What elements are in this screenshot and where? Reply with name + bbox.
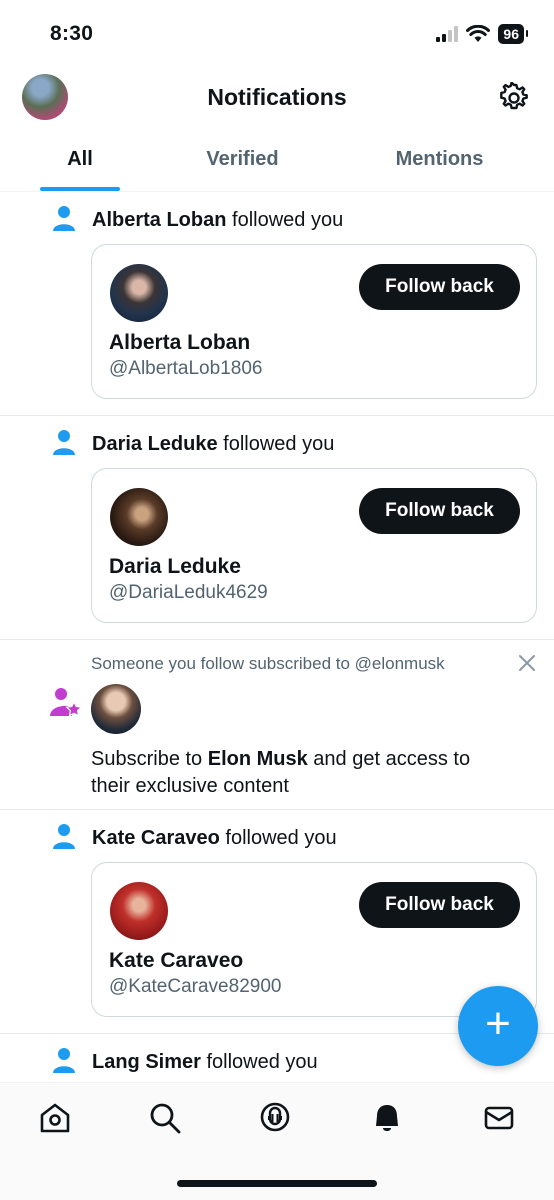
- notification-text: Daria Leduke followed you: [92, 433, 334, 456]
- user-card[interactable]: Follow back Daria Leduke @DariaLeduk4629: [91, 468, 537, 623]
- user-name: Daria Leduke: [109, 555, 241, 578]
- home-indicator: [177, 1180, 377, 1187]
- notification-action: followed you: [200, 1051, 318, 1073]
- user-card[interactable]: Follow back Alberta Loban @AlbertaLob180…: [91, 244, 537, 399]
- follow-back-button[interactable]: Follow back: [359, 488, 520, 534]
- page-title: Notifications: [207, 84, 347, 110]
- tab-mentions[interactable]: Mentions: [325, 136, 554, 191]
- avatar[interactable]: [110, 488, 168, 546]
- subscription-star-person-icon: [50, 688, 82, 717]
- battery-indicator: 96: [498, 24, 528, 44]
- follower-name[interactable]: Alberta Loban: [92, 209, 226, 231]
- status-icons: 96: [436, 24, 528, 44]
- home-icon[interactable]: [38, 1101, 72, 1135]
- notifications-bell-icon[interactable]: [370, 1101, 404, 1135]
- notifications-feed: Alberta Loban followed you Follow back A…: [0, 192, 554, 1084]
- compose-button[interactable]: +: [458, 986, 538, 1066]
- notification-action: followed you: [226, 209, 344, 231]
- avatar[interactable]: [91, 684, 141, 734]
- tab-bar: All Verified Mentions: [0, 136, 554, 192]
- user-card[interactable]: Follow back Kate Caraveo @KateCarave8290…: [91, 862, 537, 1017]
- tab-all[interactable]: All: [0, 136, 160, 191]
- search-icon[interactable]: [148, 1101, 182, 1135]
- user-handle: @DariaLeduk4629: [109, 582, 268, 603]
- messages-icon[interactable]: [482, 1101, 516, 1135]
- notification-text: Kate Caraveo followed you: [92, 827, 337, 850]
- status-time: 8:30: [50, 22, 94, 45]
- avatar[interactable]: [110, 264, 168, 322]
- person-icon: [53, 206, 75, 231]
- person-icon: [53, 824, 75, 849]
- user-name: Kate Caraveo: [109, 949, 244, 972]
- subscription-text: Subscribe to Elon Musk and get access to…: [91, 746, 511, 800]
- settings-gear-icon[interactable]: [498, 82, 530, 114]
- plus-icon: +: [485, 999, 511, 1048]
- notification-subscription[interactable]: Someone you follow subscribed to @elonmu…: [0, 640, 554, 810]
- notification-follow[interactable]: Daria Leduke followed you Follow back Da…: [0, 416, 554, 640]
- spaces-icon[interactable]: [258, 1101, 292, 1135]
- subscription-prefix: Subscribe to: [91, 748, 208, 770]
- subscription-name[interactable]: Elon Musk: [208, 748, 308, 770]
- header: Notifications: [0, 64, 554, 136]
- notification-text: Alberta Loban followed you: [92, 209, 343, 232]
- close-icon[interactable]: [516, 652, 538, 674]
- follower-name[interactable]: Lang Simer: [92, 1051, 201, 1073]
- user-handle: @KateCarave82900: [109, 976, 282, 997]
- notification-follow[interactable]: Alberta Loban followed you Follow back A…: [0, 192, 554, 416]
- status-bar: 8:30 96: [0, 0, 554, 64]
- follow-back-button[interactable]: Follow back: [359, 882, 520, 928]
- follower-name[interactable]: Daria Leduke: [92, 433, 218, 455]
- user-name: Alberta Loban: [109, 331, 251, 354]
- subscription-context: Someone you follow subscribed to @elonmu…: [91, 654, 445, 673]
- cellular-signal-icon: [436, 26, 459, 42]
- follower-name[interactable]: Kate Caraveo: [92, 827, 220, 849]
- follow-back-button[interactable]: Follow back: [359, 264, 520, 310]
- person-icon: [53, 1048, 75, 1073]
- user-handle: @AlbertaLob1806: [109, 358, 263, 379]
- notification-action: followed you: [217, 433, 335, 455]
- notification-action: followed you: [219, 827, 337, 849]
- notification-text: Lang Simer followed you: [92, 1051, 318, 1074]
- tab-verified[interactable]: Verified: [160, 136, 325, 191]
- person-icon: [53, 430, 75, 455]
- avatar[interactable]: [110, 882, 168, 940]
- wifi-icon: [466, 25, 491, 42]
